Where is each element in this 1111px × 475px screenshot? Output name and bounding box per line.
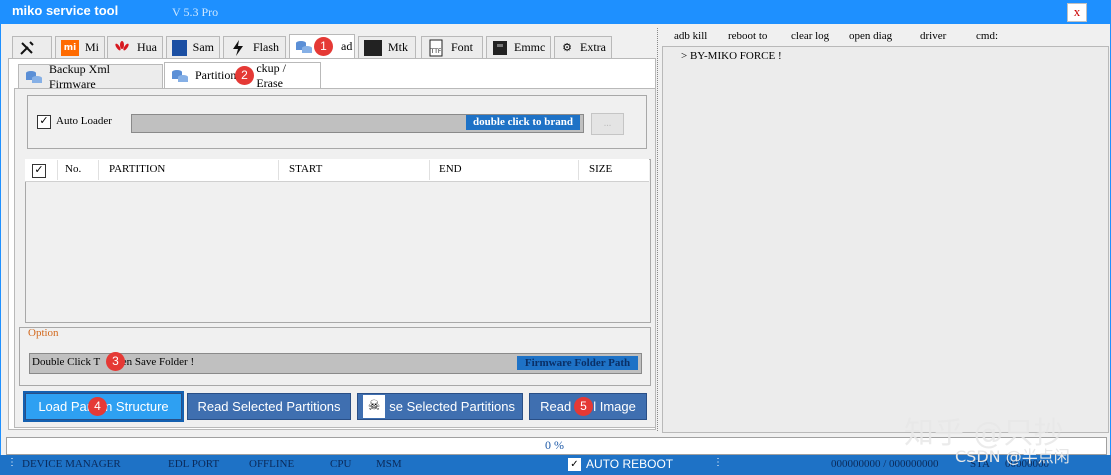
read-image-label-b: l Image [593, 399, 636, 414]
svg-text:TTF: TTF [430, 48, 442, 55]
tab-extra-label: Extra [580, 40, 606, 54]
read-selected-partitions-button[interactable]: Read Selected Partitions [187, 393, 351, 420]
app-version: V 5.3 Pro [172, 5, 219, 19]
step-badge-4: 4 [88, 397, 107, 416]
tab-mi-label: Mi [84, 40, 99, 54]
title-bar [0, 0, 1111, 24]
panel-divider [657, 28, 659, 431]
skull-icon: ☠ [363, 395, 385, 418]
database-icon [171, 68, 189, 84]
tab-font[interactable]: TTF Font [421, 36, 483, 58]
column-divider [98, 160, 99, 180]
status-grip: ⋮ [7, 457, 17, 468]
step-badge-3: 3 [106, 352, 125, 371]
emmc-chip-icon [492, 40, 508, 56]
tab-emmc-label: Emmc [514, 40, 546, 54]
tab-mtk[interactable]: Mtk [358, 36, 416, 58]
column-divider [278, 160, 279, 180]
tab-mi[interactable]: mi Mi [55, 36, 105, 58]
tab-flash-label: Flash [253, 40, 280, 54]
step-badge-1: 1 [314, 37, 333, 56]
subtab-partition-label-tail: ckup / Erase [256, 60, 287, 90]
partition-table[interactable] [25, 159, 651, 323]
browse-button[interactable]: ... [591, 113, 624, 135]
tab-sam[interactable]: Sam [166, 36, 220, 58]
subtab-partition-label: Partition [195, 68, 237, 82]
status-bar [0, 455, 1111, 475]
tab-hua[interactable]: Hua [107, 36, 163, 58]
adb-kill-button[interactable]: adb kill [674, 30, 707, 42]
subtab-backup-xml-label: Backup Xml Firmware [49, 61, 110, 91]
option-label: Option [28, 327, 59, 339]
save-folder-hint-b: pen Save Folder ! [116, 356, 195, 368]
load-button-label-a: Load Par [38, 399, 92, 414]
auto-loader-label: Auto Loader [56, 115, 112, 127]
column-no[interactable]: No. [65, 163, 81, 175]
close-button[interactable]: x [1067, 3, 1087, 22]
wrench-icon [18, 40, 36, 56]
save-folder-hint-a: Double Click T [32, 356, 101, 368]
column-divider [429, 160, 430, 180]
load-button-label-b: n Structure [105, 399, 169, 414]
step-badge-2: 2 [235, 66, 254, 85]
clear-log-button[interactable]: clear log [791, 30, 829, 42]
brand-hint[interactable]: double click to brand [466, 115, 580, 130]
log-output[interactable] [662, 46, 1109, 433]
driver-button[interactable]: driver [920, 30, 946, 42]
huawei-logo-icon [113, 40, 131, 56]
auto-reboot-checkbox[interactable]: ✓ [568, 458, 581, 471]
samsung-logo-icon [172, 39, 187, 56]
column-end[interactable]: END [439, 163, 462, 175]
gear-icon: ⚙ [562, 41, 572, 54]
column-size[interactable]: SIZE [589, 163, 612, 175]
device-manager-status[interactable]: DEVICE MANAGER [22, 458, 121, 470]
step-badge-5: 5 [574, 397, 593, 416]
watermark-csdn: CSDN @半点闲 [955, 447, 1070, 466]
column-partition[interactable]: PARTITION [109, 163, 165, 175]
column-divider [578, 160, 579, 180]
column-start[interactable]: START [289, 163, 322, 175]
connection-status: OFFLINE [249, 458, 295, 470]
read-image-label-a: Read [540, 399, 572, 414]
database-icon [25, 69, 43, 85]
log-line: > BY-MIKO FORCE ! [681, 50, 782, 62]
msm-label: MSM [376, 458, 402, 470]
transfer-counter: 000000000 / 000000000 [831, 458, 939, 470]
tab-hua-label: Hua [137, 40, 157, 54]
tab-load-label: ad [341, 39, 353, 53]
font-file-icon: TTF [427, 39, 445, 56]
column-divider [57, 160, 58, 180]
tab-extra[interactable]: ⚙ Extra [554, 36, 612, 58]
tab-mtk-label: Mtk [388, 40, 409, 54]
auto-loader-checkbox[interactable]: ✓ [37, 115, 51, 129]
progress-text: 0 % [545, 438, 564, 452]
cpu-label: CPU [330, 458, 352, 470]
edl-port-status: EDL PORT [168, 458, 220, 470]
tab-font-label: Font [451, 40, 474, 54]
database-icon [295, 39, 313, 55]
reboot-to-button[interactable]: reboot to [728, 30, 767, 42]
firmware-folder-path: Firmware Folder Path [517, 356, 638, 370]
auto-reboot-label: AUTO REBOOT [586, 457, 674, 471]
mi-logo-icon: mi [61, 39, 79, 56]
open-diag-button[interactable]: open diag [849, 30, 892, 42]
chip-icon [364, 39, 382, 56]
tab-sam-label: Sam [192, 40, 214, 54]
status-grip: ⋮ [713, 457, 723, 468]
tab-flash[interactable]: Flash [223, 36, 286, 58]
tab-emmc[interactable]: Emmc [486, 36, 551, 58]
tab-tools[interactable] [12, 36, 52, 58]
lightning-icon [229, 39, 247, 56]
select-all-checkbox[interactable]: ✓ [32, 164, 46, 178]
cmd-button[interactable]: cmd: [976, 30, 998, 42]
subtab-backup-xml[interactable]: Backup Xml Firmware [18, 62, 163, 91]
app-title: miko service tool [12, 3, 119, 18]
